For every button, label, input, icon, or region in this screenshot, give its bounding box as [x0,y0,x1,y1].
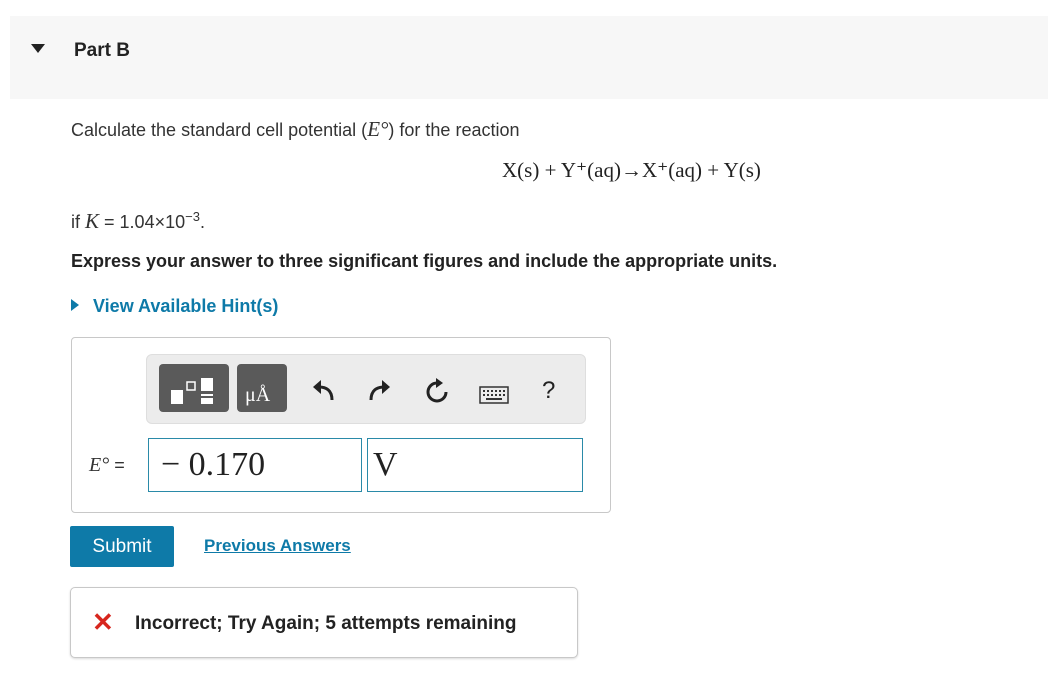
question-symbol: E° [367,117,389,141]
k-symbol: K [85,209,100,233]
feedback-box: ✕ Incorrect; Try Again; 5 attempts remai… [70,587,578,658]
hint-label: View Available Hint(s) [93,296,279,316]
part-title: Part B [74,40,130,61]
k-value: = 1.04×10 [99,212,186,232]
value-input[interactable]: − 0.170 [148,438,362,492]
previous-answers-link[interactable]: Previous Answers [204,536,351,556]
answer-label-equals: = [109,455,125,475]
view-hints-link[interactable]: View Available Hint(s) [71,296,278,317]
question-text-after: ) for the reaction [388,120,520,140]
answer-label: E° = [89,454,125,477]
units-icon: μÅ [245,384,271,406]
unit-input[interactable]: V [367,438,583,492]
k-period: . [199,212,205,232]
units-button[interactable]: μÅ [237,364,287,412]
incorrect-x-icon: ✕ [92,607,114,637]
help-icon[interactable]: ? [542,377,555,405]
submit-button[interactable]: Submit [70,526,174,567]
answer-label-symbol: E° [89,454,110,476]
templates-icon [171,378,213,404]
hint-triangle-icon [71,299,79,311]
undo-icon[interactable] [310,378,336,404]
reset-icon[interactable] [423,378,451,406]
equilibrium-constant-line: if K = 1.04×10−3. [71,209,205,234]
templates-button[interactable] [159,364,229,412]
if-prefix: if [71,212,86,232]
feedback-message: Incorrect; Try Again; 5 attempts remaini… [135,613,517,634]
redo-icon[interactable] [367,378,393,404]
reaction-equation: X(s) + Y⁺(aq)→X⁺(aq) + Y(s) [502,158,761,182]
instructions: Express your answer to three significant… [71,251,778,271]
part-header[interactable] [10,16,1048,99]
question-text: Calculate the standard cell potential (E… [71,117,519,142]
question-text-before: Calculate the standard cell potential ( [71,120,368,140]
collapse-triangle-icon[interactable] [31,44,45,53]
keyboard-icon[interactable] [479,386,509,404]
k-exponent: −3 [185,209,200,224]
